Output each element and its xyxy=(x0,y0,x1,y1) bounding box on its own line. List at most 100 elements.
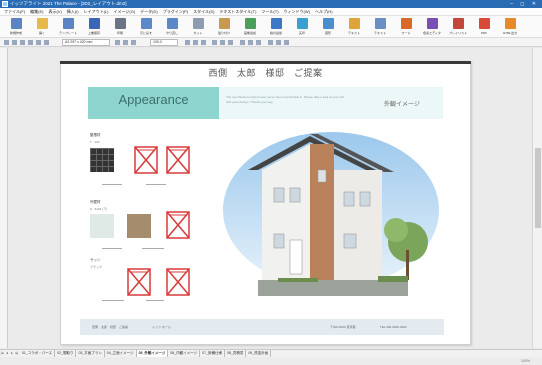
pen-button[interactable]: 線の追加 xyxy=(266,18,286,37)
footer-address[interactable]: 〒000-0000 東京都 xyxy=(330,325,356,329)
color-fill-icon[interactable] xyxy=(240,40,245,45)
page-heading[interactable]: 西側 太郎 様邸 ご提案 xyxy=(60,66,471,79)
wall-swatch-light[interactable] xyxy=(90,214,114,238)
menu-item[interactable]: イメージ(G) xyxy=(113,9,135,14)
menu-item[interactable]: ツール(T) xyxy=(261,9,278,14)
layer-icon[interactable] xyxy=(115,40,120,45)
undo-icon xyxy=(140,18,152,29)
paste-button[interactable]: 貼り付け xyxy=(214,18,234,37)
playlist-button[interactable]: プレイリスト xyxy=(448,18,468,37)
distribute-icon[interactable] xyxy=(212,40,217,45)
zoom-out-icon[interactable] xyxy=(28,40,33,45)
color-editor-button[interactable]: 色彩エディタ xyxy=(422,18,442,37)
fit-icon[interactable] xyxy=(36,40,41,45)
first-tab-icon[interactable]: |◂ xyxy=(0,350,4,357)
image-button[interactable]: 画像追加 xyxy=(240,18,260,37)
roof-material-label[interactable]: 屋根材 xyxy=(90,133,101,138)
appearance-note[interactable]: The new Western-style house you've been … xyxy=(226,95,346,105)
print-button[interactable]: 印刷 xyxy=(110,18,130,37)
footer-tel[interactable]: TEL 000-0000-0000 xyxy=(380,325,407,329)
sash-material-code[interactable]: ブラック xyxy=(90,265,102,269)
menu-item[interactable]: ヘルプ(H) xyxy=(315,9,333,14)
sash-material-label[interactable]: サッシ xyxy=(90,258,101,263)
menu-item[interactable]: テキストスタイル(T) xyxy=(219,9,256,14)
sheet-tab[interactable]: 08_見積書 xyxy=(225,350,247,357)
text-frame-button[interactable]: テキスト xyxy=(370,18,390,37)
menu-item[interactable]: ウィンドウ(W) xyxy=(284,9,310,14)
roof-material-code[interactable]: T - 100 xyxy=(90,140,99,144)
lock-icon[interactable] xyxy=(123,40,128,45)
window-title: イッツアライト 2021 The Palace - [3D2_レイアウト.dm2… xyxy=(10,1,127,6)
template-button[interactable]: テンプレート xyxy=(58,18,78,37)
prev-tab-icon[interactable]: ◂ xyxy=(5,350,9,357)
open-folder-button[interactable]: 開く xyxy=(32,18,52,37)
save-button[interactable]: 上書保存 xyxy=(84,18,104,37)
sheet-tab[interactable]: 06_内観イメージ xyxy=(168,350,201,357)
sheet-tab[interactable]: 07_設備仕様 xyxy=(200,350,225,357)
menu-item[interactable]: レイアウト(L) xyxy=(84,9,109,14)
grid-icon[interactable] xyxy=(12,40,17,45)
text-frame-icon xyxy=(374,18,386,29)
empty-image-placeholder[interactable] xyxy=(127,268,151,296)
empty-image-placeholder[interactable] xyxy=(166,211,190,239)
align-left-icon[interactable] xyxy=(185,40,190,45)
zoom-in-icon[interactable] xyxy=(20,40,25,45)
table-icon[interactable] xyxy=(268,40,273,45)
send-back-icon[interactable] xyxy=(228,40,233,45)
symbol-icon[interactable] xyxy=(284,40,289,45)
vertical-scrollbar[interactable] xyxy=(532,48,542,348)
sheet-tab[interactable]: 02_間取り xyxy=(55,350,77,357)
sheet-tab[interactable]: 09_資金計画 xyxy=(246,350,272,357)
line-color-icon[interactable] xyxy=(248,40,253,45)
view-icon[interactable] xyxy=(4,40,9,45)
cut-button[interactable]: カット xyxy=(188,18,208,37)
menu-item[interactable]: 編集(E) xyxy=(30,9,43,14)
align-right-icon[interactable] xyxy=(201,40,206,45)
menu-item[interactable]: データ(D) xyxy=(140,9,158,14)
wordart-button[interactable]: ワード xyxy=(396,18,416,37)
roof-swatch[interactable] xyxy=(90,148,114,172)
menu-item[interactable]: 表示(V) xyxy=(48,9,61,14)
last-tab-icon[interactable]: ▸| xyxy=(15,350,19,357)
wall-swatch-wood[interactable] xyxy=(127,214,151,238)
appearance-label[interactable]: 外観イメージ xyxy=(384,99,420,108)
menu-item[interactable]: 挿入(I) xyxy=(67,9,79,14)
bring-front-icon[interactable] xyxy=(220,40,225,45)
menu-item[interactable]: プラグイン(P) xyxy=(163,9,188,14)
empty-image-placeholder[interactable] xyxy=(166,268,190,296)
ribbon-label: 印刷 xyxy=(116,31,123,35)
window-controls[interactable]: ‒ ◻ ✕ xyxy=(510,0,539,8)
footer-client[interactable]: 西側 太郎 様邸 ご提案 xyxy=(92,325,128,329)
footer-company[interactable]: イッツ ホーム xyxy=(152,325,171,329)
zoom-field[interactable]: 100.0 xyxy=(150,39,178,46)
menu-item[interactable]: ファイル(F) xyxy=(4,9,25,14)
redo-button[interactable]: やり直し xyxy=(162,18,182,37)
group-icon[interactable] xyxy=(131,40,136,45)
sheet-tab[interactable]: 04_立面イメージ xyxy=(105,350,137,357)
pdf-button[interactable]: PDF xyxy=(474,18,494,37)
sheet-tab[interactable]: 01_コラボ・パース xyxy=(20,350,56,357)
arrow-button[interactable]: 矢印 xyxy=(292,18,312,37)
wall-material-code[interactable]: S - 6104 (ア) xyxy=(90,207,107,211)
shadow-icon[interactable] xyxy=(256,40,261,45)
align-center-icon[interactable] xyxy=(193,40,198,45)
empty-image-placeholder[interactable] xyxy=(166,146,190,174)
chart-icon[interactable] xyxy=(276,40,281,45)
scrollbar-thumb[interactable] xyxy=(535,148,541,228)
sheet-tab[interactable]: 05_外観イメージ xyxy=(136,350,169,357)
sheet-tab[interactable]: 03_平面プラン xyxy=(76,350,105,357)
shape-button[interactable]: 図形 xyxy=(318,18,338,37)
empty-image-placeholder[interactable] xyxy=(134,146,158,174)
menu-item[interactable]: スタイル(S) xyxy=(193,9,214,14)
new-file-button[interactable]: 新規作成 xyxy=(6,18,26,37)
ribbon-label: やり直し xyxy=(165,31,178,35)
html-export-button[interactable]: HTML出力 xyxy=(500,18,520,37)
next-tab-icon[interactable]: ▸ xyxy=(10,350,14,357)
wall-material-label[interactable]: 外壁材 xyxy=(90,200,101,205)
rotate-icon[interactable] xyxy=(44,40,49,45)
page-size-field[interactable]: A3 297 x 420 mm xyxy=(62,39,110,46)
undo-button[interactable]: 元に戻す xyxy=(136,18,156,37)
appearance-title[interactable]: Appearance xyxy=(88,92,219,107)
house-exterior-image[interactable] xyxy=(218,130,444,302)
text-box-button[interactable]: テキスト xyxy=(344,18,364,37)
